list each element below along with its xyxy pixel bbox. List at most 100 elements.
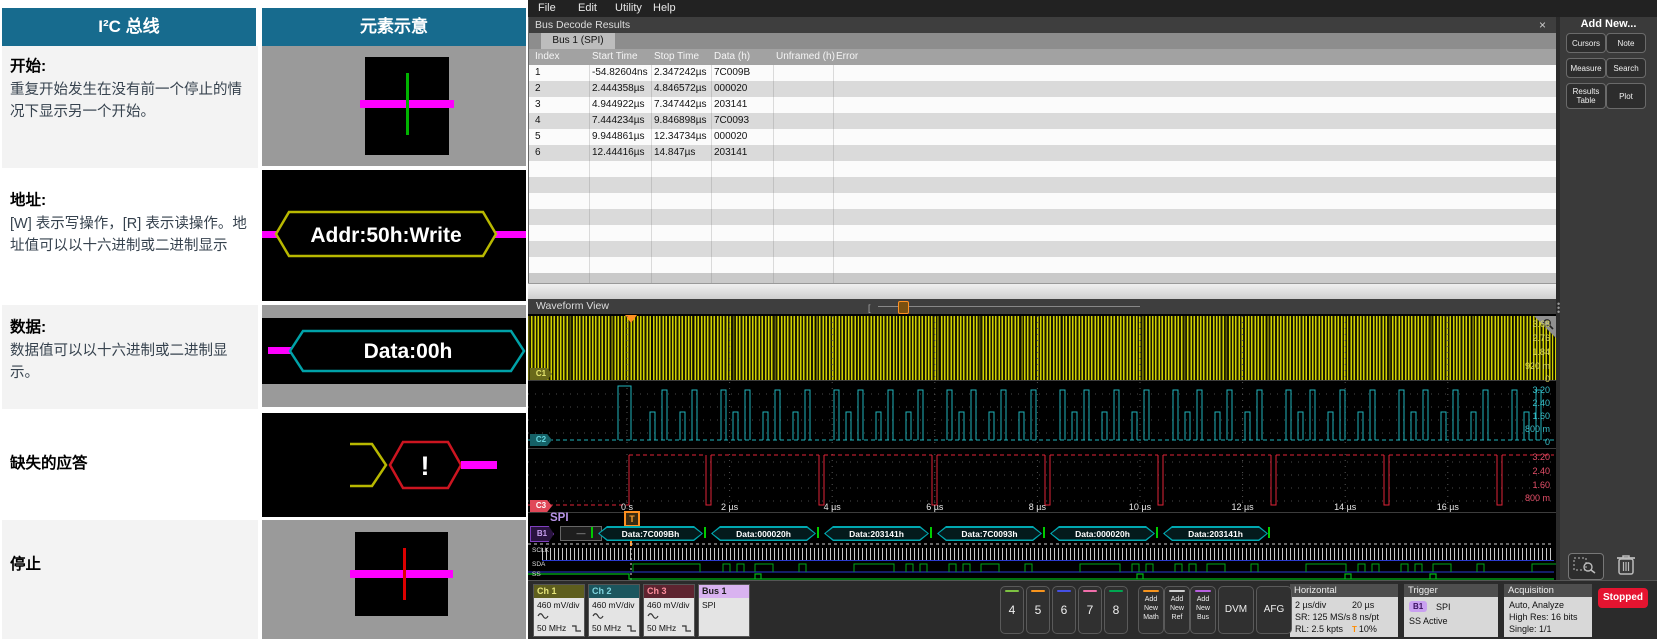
bandwidth-icon	[681, 624, 692, 633]
channel-color-stripe	[1057, 590, 1071, 592]
bus-frame: Data:000020h	[1050, 526, 1155, 541]
add-new-ref-button[interactable]: Add New Ref	[1164, 586, 1190, 634]
svg-text:Data:00h: Data:00h	[364, 340, 453, 363]
channel-button-6[interactable]: 6	[1052, 586, 1076, 634]
table-row[interactable]: 34.944922µs7.347442µs203141	[529, 97, 1556, 113]
table-row[interactable]: 612.44416µs14.847µs203141	[529, 145, 1556, 161]
ch2-scale-label: 0	[1545, 437, 1550, 447]
menu-help[interactable]: Help	[653, 2, 676, 14]
table-row[interactable]	[529, 209, 1556, 225]
dvm-button[interactable]: DVM	[1218, 586, 1254, 634]
channel-card-body: 460 mV/div50 MHz	[589, 598, 639, 636]
channel-color-stripe	[1005, 590, 1019, 592]
ch2-scale-label: 3.20	[1532, 385, 1550, 395]
doc-row-missing-ack-text: 缺失的应答	[2, 413, 258, 517]
decode-table-body: 1-54.82604ns2.347242µs7C009B22.444358µs4…	[529, 65, 1556, 283]
doc-illustration-address: Addr:50h:Write	[262, 170, 526, 301]
column-header-error: Error	[836, 51, 858, 62]
zoom-mode-button[interactable]	[1568, 553, 1604, 580]
trigger-detail-label: SS Active	[1409, 616, 1448, 626]
table-row[interactable]	[529, 241, 1556, 257]
pan-zoom-thumb[interactable]	[898, 301, 909, 314]
bus-frame: Data:000020h	[711, 526, 816, 541]
channel-scale-label: 460 mV/div	[537, 600, 580, 610]
panel-splitter[interactable]	[528, 283, 1556, 299]
channel-button-7[interactable]: 7	[1078, 586, 1102, 634]
channel-card-ch-2[interactable]: Ch 2460 mV/div50 MHz	[588, 584, 640, 637]
afg-button[interactable]: AFG	[1256, 586, 1292, 634]
data-hexagon: Data:00h	[262, 318, 526, 384]
table-row[interactable]	[529, 225, 1556, 241]
scope-window: File Edit Utility Help Bus Decode Results ×…	[528, 0, 1657, 639]
channel-card-bus-1[interactable]: Bus 1SPI	[698, 584, 750, 637]
pan-zoom-track[interactable]	[878, 306, 1140, 307]
ch2-scale-label: 1.60	[1532, 411, 1550, 421]
menu-file[interactable]: File	[538, 2, 556, 14]
plot-button[interactable]: Plot	[1606, 83, 1646, 109]
table-row[interactable]	[529, 161, 1556, 177]
horizontal-value-label: SR: 125 MS/s	[1295, 612, 1351, 622]
bandwidth-icon	[626, 624, 637, 633]
channel-card-body: 460 mV/div50 MHz	[644, 598, 694, 636]
add-new-math-button[interactable]: Add New Math	[1138, 586, 1164, 634]
doc-illustration-stop	[262, 520, 526, 639]
add-new-bus-button[interactable]: Add New Bus	[1190, 586, 1216, 634]
results-table-button[interactable]: Results Table	[1566, 83, 1606, 109]
table-cell: 12.44416µs	[592, 147, 644, 158]
channel-button-4[interactable]: 4	[1000, 586, 1024, 634]
doc-row-data-title: 数据:	[10, 315, 258, 337]
tab-bus1-spi[interactable]: Bus 1 (SPI)	[541, 33, 615, 49]
measure-button[interactable]: Measure	[1566, 58, 1606, 78]
close-icon[interactable]: ×	[1539, 17, 1546, 33]
horizontal-panel[interactable]: Horizontal 2 µs/div20 µsSR: 125 MS/s8 ns…	[1290, 584, 1398, 637]
waveform-plot[interactable]: SPI B1 — T Data:7C009BhData:000020hData:…	[528, 314, 1556, 580]
channel-card-ch-1[interactable]: Ch 1460 mV/div50 MHz	[533, 584, 585, 637]
table-row[interactable]: 59.944861µs12.34734µs000020	[529, 129, 1556, 145]
bus-frame-label: Data:000020h	[713, 528, 815, 540]
channel-card-ch-3[interactable]: Ch 3460 mV/div50 MHz	[643, 584, 695, 637]
bus-decode-results-titlebar[interactable]: Bus Decode Results ×	[529, 17, 1556, 33]
decode-tab-strip: Bus 1 (SPI)	[529, 33, 1556, 49]
table-cell: 000020	[714, 83, 747, 94]
waveform-view-titlebar[interactable]: Waveform View [	[528, 299, 1556, 314]
table-row[interactable]: 22.444358µs4.846572µs000020	[529, 81, 1556, 97]
bus-frame: Data:7C009Bh	[598, 526, 703, 541]
ch2-scale-label: 800 m	[1525, 424, 1550, 434]
horizontal-value-label: T10%	[1352, 624, 1377, 634]
menu-edit[interactable]: Edit	[578, 2, 597, 14]
time-tick-label: 4 µs	[817, 502, 847, 512]
cursors-button[interactable]: Cursors	[1566, 33, 1606, 53]
table-row[interactable]	[529, 177, 1556, 193]
add-new-title: Add New...	[1560, 18, 1657, 30]
frame-gap-tick	[1043, 527, 1045, 538]
table-row[interactable]: 1-54.82604ns2.347242µs7C009B	[529, 65, 1556, 81]
frame-gap-tick	[1156, 527, 1158, 538]
trash-button[interactable]	[1612, 550, 1640, 578]
waveform-view-title: Waveform View	[536, 300, 609, 312]
horizontal-value-label: 8 ns/pt	[1352, 612, 1379, 622]
stopped-button[interactable]: Stopped	[1598, 588, 1648, 608]
table-cell: 203141	[714, 99, 747, 110]
acquisition-panel[interactable]: Acquisition Auto, Analyze High Res: 16 b…	[1504, 584, 1592, 637]
channel-bandwidth-label: 50 MHz	[592, 623, 621, 633]
trigger-panel[interactable]: Trigger B1 SPI SS Active	[1404, 584, 1498, 637]
button-label: Add New Ref	[1165, 595, 1189, 622]
table-row[interactable]	[529, 257, 1556, 273]
doc-illustration-missing-ack: !	[262, 413, 526, 517]
frame-gap-tick	[817, 527, 819, 538]
table-row[interactable]	[529, 193, 1556, 209]
search-button[interactable]: Search	[1606, 58, 1646, 78]
ch3-scale-label: 2.40	[1532, 466, 1550, 476]
note-button[interactable]: Note	[1606, 33, 1646, 53]
table-row[interactable]: 47.444234µs9.846898µs7C0093	[529, 113, 1556, 129]
channel-button-5[interactable]: 5	[1026, 586, 1050, 634]
time-tick-label: 6 µs	[920, 502, 950, 512]
coupling-icon	[647, 611, 659, 620]
menu-utility[interactable]: Utility	[615, 2, 642, 14]
channel-button-label: 5	[1027, 603, 1049, 617]
table-cell: 4.944922µs	[592, 99, 644, 110]
ch1-scale-label: 920 m	[1525, 361, 1550, 371]
frame-gap-tick	[1268, 527, 1270, 538]
channel-button-8[interactable]: 8	[1104, 586, 1128, 634]
column-divider	[589, 65, 590, 283]
